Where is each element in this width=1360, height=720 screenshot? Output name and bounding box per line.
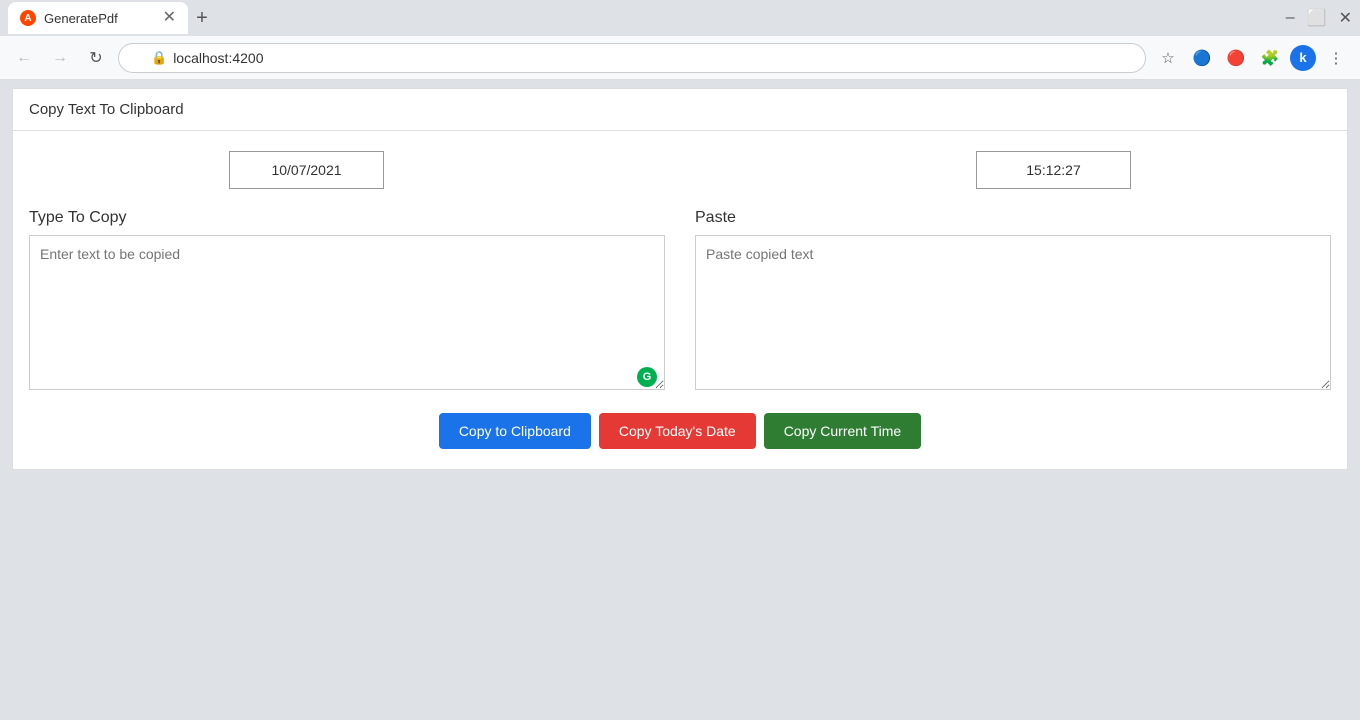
two-column-layout: Type To Copy G Paste <box>29 209 1331 393</box>
date-value: 10/07/2021 <box>271 162 341 178</box>
extensions-button[interactable]: 🧩 <box>1256 44 1284 72</box>
active-tab[interactable]: A GeneratePdf ✕ <box>8 2 188 34</box>
address-lock-icon: 🔒 <box>151 50 167 66</box>
type-textarea-wrapper: G <box>29 235 665 393</box>
profile-button[interactable]: k <box>1290 45 1316 71</box>
date-time-row: 10/07/2021 15:12:27 <box>29 151 1331 189</box>
type-textarea[interactable] <box>29 235 665 390</box>
address-text: localhost:4200 <box>173 50 263 66</box>
menu-button[interactable]: ⋮ <box>1322 44 1350 72</box>
nav-right-buttons: ☆ 🔵 🔴 🧩 k ⋮ <box>1154 44 1350 72</box>
maximize-button[interactable]: ⬜ <box>1307 8 1327 28</box>
address-bar[interactable]: 🔒 localhost:4200 <box>118 43 1146 73</box>
tab-favicon: A <box>20 10 36 26</box>
copy-time-button[interactable]: Copy Current Time <box>764 413 921 449</box>
tab-close-button[interactable]: ✕ <box>163 10 176 26</box>
nav-bar: ← → ↻ 🔒 localhost:4200 ☆ 🔵 🔴 🧩 k ⋮ <box>0 36 1360 80</box>
extension-1-button[interactable]: 🔵 <box>1188 44 1216 72</box>
bookmark-button[interactable]: ☆ <box>1154 44 1182 72</box>
buttons-row: Copy to Clipboard Copy Today's Date Copy… <box>29 413 1331 449</box>
new-tab-button[interactable]: + <box>188 4 216 32</box>
date-display: 10/07/2021 <box>229 151 384 189</box>
forward-button[interactable]: → <box>46 44 74 72</box>
paste-label: Paste <box>695 209 1331 227</box>
page-body: 10/07/2021 15:12:27 Type To Copy G <box>13 131 1347 469</box>
time-value: 15:12:27 <box>1026 162 1081 178</box>
refresh-button[interactable]: ↻ <box>82 44 110 72</box>
time-display: 15:12:27 <box>976 151 1131 189</box>
browser-window: A GeneratePdf ✕ + – ⬜ ✕ ← → ↻ 🔒 localhos… <box>0 0 1360 720</box>
extension-2-button[interactable]: 🔴 <box>1222 44 1250 72</box>
left-column: Type To Copy G <box>29 209 665 393</box>
minimize-button[interactable]: – <box>1286 9 1295 27</box>
title-bar: A GeneratePdf ✕ + – ⬜ ✕ <box>0 0 1360 36</box>
paste-textarea[interactable] <box>695 235 1331 390</box>
page-title: Copy Text To Clipboard <box>29 101 184 118</box>
tab-title: GeneratePdf <box>44 11 118 26</box>
type-to-copy-label: Type To Copy <box>29 209 665 227</box>
page-container: Copy Text To Clipboard 10/07/2021 15:12:… <box>12 88 1348 470</box>
copy-date-button[interactable]: Copy Today's Date <box>599 413 756 449</box>
right-column: Paste <box>695 209 1331 393</box>
page-header: Copy Text To Clipboard <box>13 89 1347 131</box>
back-button[interactable]: ← <box>10 44 38 72</box>
copy-clipboard-button[interactable]: Copy to Clipboard <box>439 413 591 449</box>
grammarly-icon: G <box>637 367 657 387</box>
window-controls: – ⬜ ✕ <box>1286 8 1352 28</box>
close-button[interactable]: ✕ <box>1339 8 1352 28</box>
